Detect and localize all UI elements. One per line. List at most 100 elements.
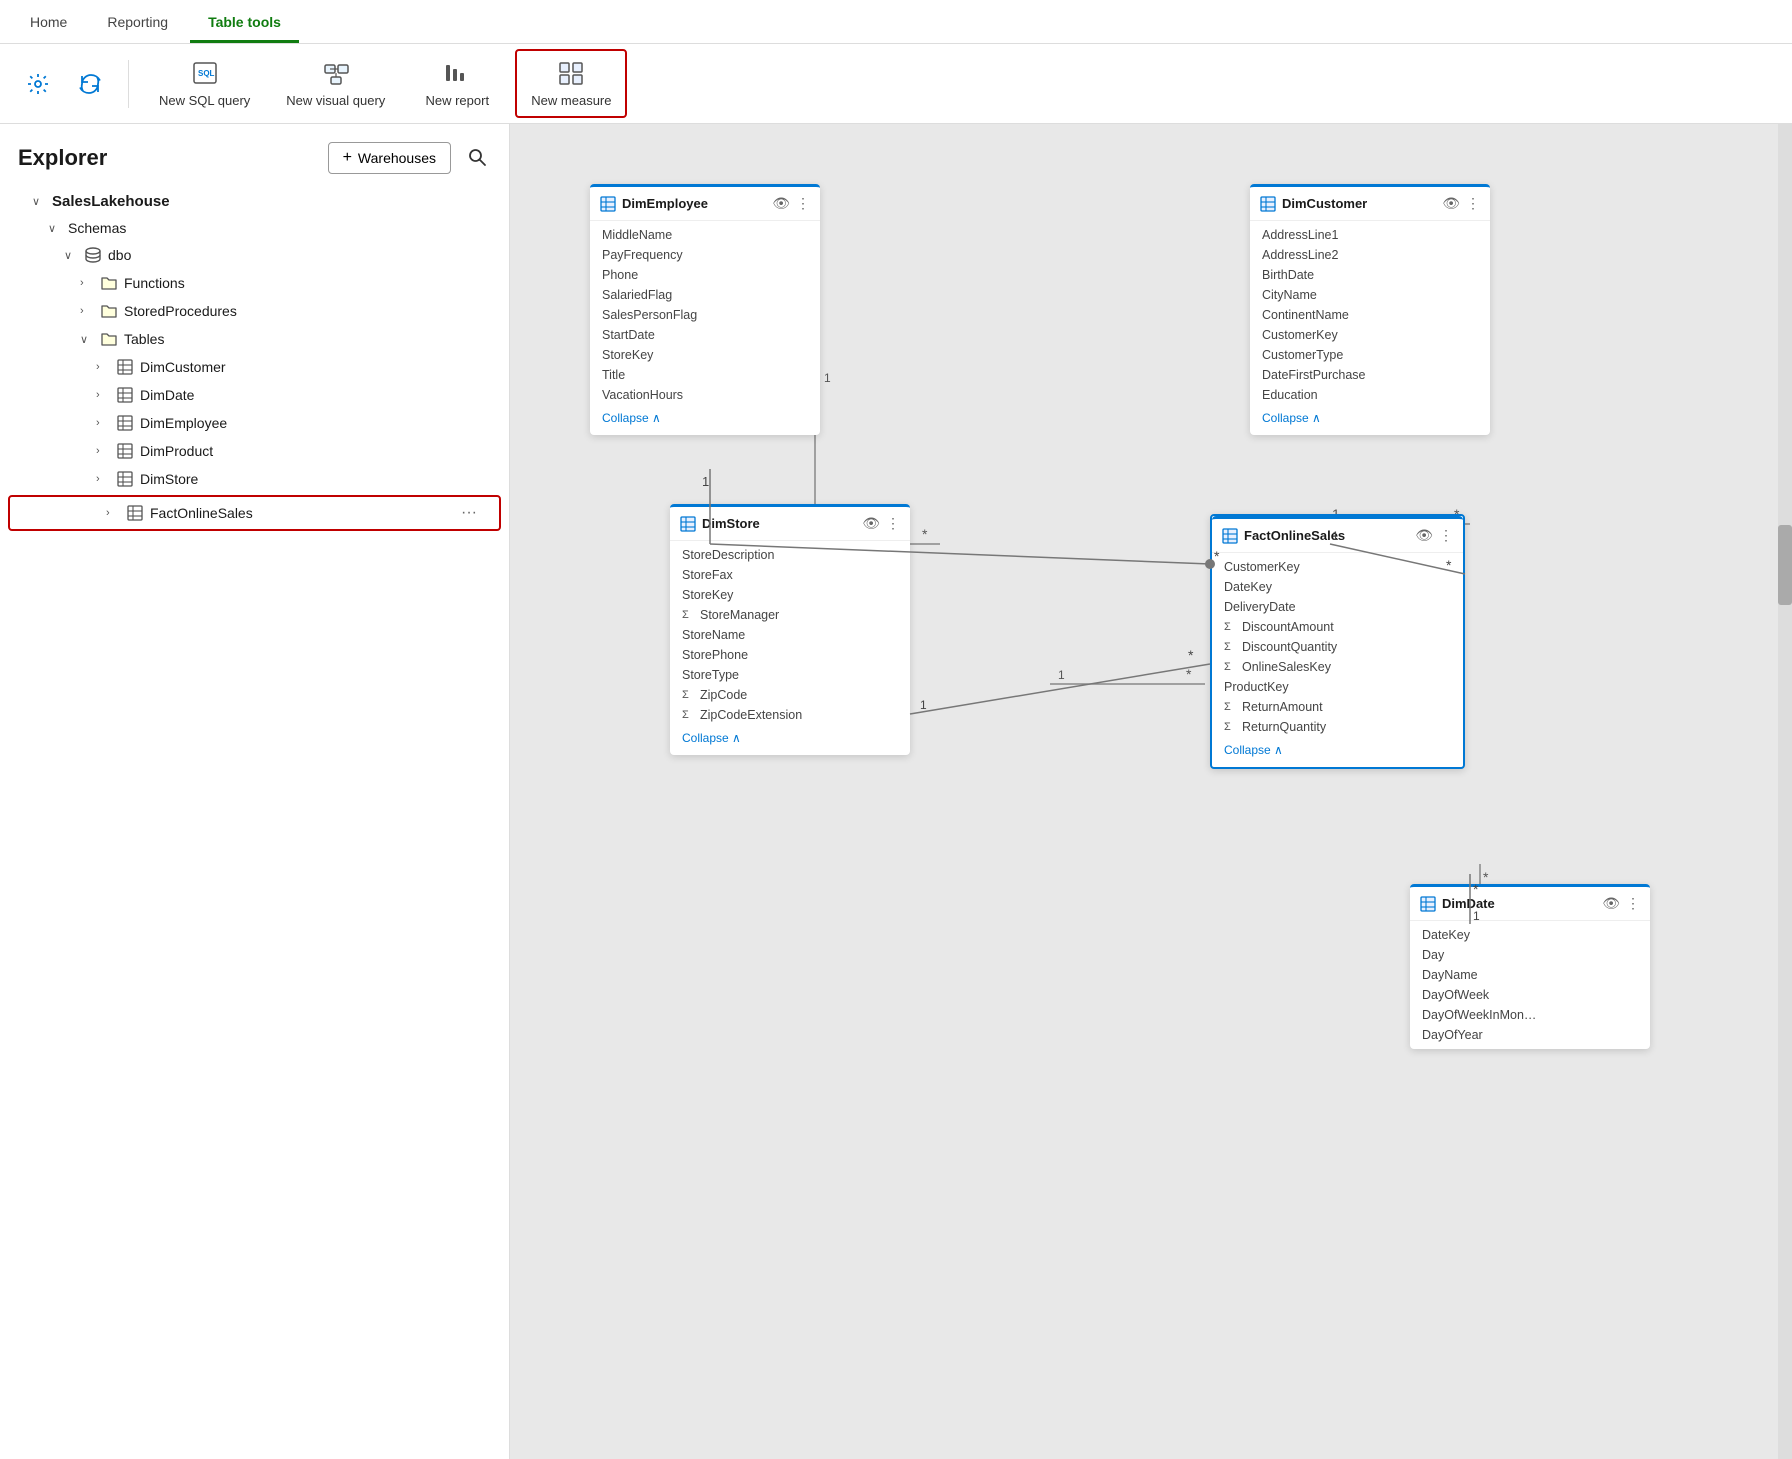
field-productkey: ProductKey [1212, 677, 1463, 697]
collapse-dimcustomer[interactable]: Collapse ∧ [1250, 405, 1490, 431]
eye-icon[interactable]: 👁 [862, 515, 880, 532]
field-storefax: StoreFax [670, 565, 910, 585]
field-discountamount: ΣDiscountAmount [1212, 617, 1463, 637]
new-visual-query-button[interactable]: New visual query [272, 51, 399, 116]
ellipsis-icon[interactable]: ⋮ [1626, 895, 1640, 912]
tab-reporting[interactable]: Reporting [89, 4, 186, 43]
svg-text:1: 1 [824, 371, 831, 385]
tree-item-dimstore[interactable]: › DimStore [0, 465, 509, 493]
eye-icon[interactable]: 👁 [1602, 895, 1620, 912]
new-sql-query-button[interactable]: SQL New SQL query [145, 51, 264, 116]
scrollbar-thumb[interactable] [1778, 525, 1792, 605]
refresh-button[interactable] [68, 66, 112, 102]
field-customerkey: CustomerKey [1212, 557, 1463, 577]
card-factonlinesales[interactable]: FactOnlineSales 👁 ⋮ CustomerKey DateKey … [1210, 514, 1465, 769]
chevron-down-icon: ∨ [32, 195, 46, 208]
card-dimemployee-actions: 👁 ⋮ [772, 195, 810, 212]
field-education: Education [1250, 385, 1490, 405]
chevron-down-icon: ∨ [64, 249, 78, 262]
field-customertype: CustomerType [1250, 345, 1490, 365]
collapse-factonlinesales[interactable]: Collapse ∧ [1212, 737, 1463, 763]
tree-item-tables[interactable]: ∨ Tables [0, 325, 509, 353]
settings-button[interactable] [16, 66, 60, 102]
tree-item-dbo[interactable]: ∨ dbo [0, 241, 509, 269]
chevron-right-icon: › [96, 361, 110, 373]
card-dimdate[interactable]: DimDate 👁 ⋮ DateKey Day DayName DayOfWee… [1410, 884, 1650, 1049]
card-dimemployee-header: DimEmployee 👁 ⋮ [590, 184, 820, 221]
field-cityname: CityName [1250, 285, 1490, 305]
chevron-right-icon: › [96, 473, 110, 485]
chevron-right-icon: › [96, 389, 110, 401]
field-storemanager: ΣStoreManager [670, 605, 910, 625]
dimemployee-label: DimEmployee [140, 415, 227, 431]
card-dimstore-title: DimStore [680, 516, 760, 532]
schema-icon [84, 246, 102, 264]
tree-item-factonlinesales[interactable]: › FactOnlineSales ··· [8, 495, 501, 531]
main-layout: Explorer + Warehouses ∨ SalesLakehou [0, 124, 1792, 1459]
card-dimdate-title: DimDate [1420, 896, 1495, 912]
svg-text:1: 1 [920, 698, 927, 712]
table-card-icon [1260, 196, 1276, 212]
card-factonlinesales-body: CustomerKey DateKey DeliveryDate ΣDiscou… [1212, 553, 1463, 767]
search-button[interactable] [463, 143, 491, 174]
card-dimstore[interactable]: DimStore 👁 ⋮ StoreDescription StoreFax S… [670, 504, 910, 755]
factonlinesales-label: FactOnlineSales [150, 505, 253, 521]
field-title: Title [590, 365, 820, 385]
table-card-icon [680, 516, 696, 532]
new-report-button[interactable]: New report [407, 51, 507, 116]
nav-tabs: Home Reporting Table tools [0, 0, 1792, 44]
dimproduct-label: DimProduct [140, 443, 213, 459]
vertical-scrollbar[interactable] [1778, 124, 1792, 1459]
eye-icon[interactable]: 👁 [1442, 195, 1460, 212]
field-addressline1: AddressLine1 [1250, 225, 1490, 245]
card-dimdate-header: DimDate 👁 ⋮ [1410, 884, 1650, 921]
field-storetype: StoreType [670, 665, 910, 685]
tree-item-functions[interactable]: › Functions [0, 269, 509, 297]
field-deliverydate: DeliveryDate [1212, 597, 1463, 617]
storedprocedures-label: StoredProcedures [124, 303, 237, 319]
field-onlinesaleskey: ΣOnlineSalesKey [1212, 657, 1463, 677]
card-dimemployee-body: MiddleName PayFrequency Phone SalariedFl… [590, 221, 820, 435]
card-dimcustomer[interactable]: DimCustomer 👁 ⋮ AddressLine1 AddressLine… [1250, 184, 1490, 435]
warehouses-button[interactable]: + Warehouses [328, 142, 451, 174]
folder-icon [100, 274, 118, 292]
tab-table-tools[interactable]: Table tools [190, 4, 299, 43]
ellipsis-icon[interactable]: ⋮ [886, 515, 900, 532]
tree-item-dimemployee[interactable]: › DimEmployee [0, 409, 509, 437]
more-options-icon[interactable]: ··· [455, 502, 483, 524]
card-dimemployee[interactable]: DimEmployee 👁 ⋮ MiddleName PayFrequency … [590, 184, 820, 435]
eye-icon[interactable]: 👁 [1415, 527, 1433, 544]
chevron-right-icon: › [106, 507, 120, 519]
ellipsis-icon[interactable]: ⋮ [1439, 527, 1453, 544]
field-salariedflag: SalariedFlag [590, 285, 820, 305]
folder-icon [100, 302, 118, 320]
ellipsis-icon[interactable]: ⋮ [1466, 195, 1480, 212]
collapse-dimemployee[interactable]: Collapse ∧ [590, 405, 820, 431]
collapse-dimstore[interactable]: Collapse ∧ [670, 725, 910, 751]
field-returnquantity: ΣReturnQuantity [1212, 717, 1463, 737]
card-dimstore-actions: 👁 ⋮ [862, 515, 900, 532]
tree-item-dimcustomer[interactable]: › DimCustomer [0, 353, 509, 381]
chevron-right-icon: › [80, 305, 94, 317]
tree-item-saleslakehouse[interactable]: ∨ SalesLakehouse [0, 188, 509, 215]
card-dimcustomer-actions: 👁 ⋮ [1442, 195, 1480, 212]
tab-home[interactable]: Home [12, 4, 85, 43]
field-payfrequency: PayFrequency [590, 245, 820, 265]
tree-item-storedprocedures[interactable]: › StoredProcedures [0, 297, 509, 325]
card-factonlinesales-actions: 👁 ⋮ [1415, 527, 1453, 544]
ellipsis-icon[interactable]: ⋮ [796, 195, 810, 212]
canvas-area[interactable]: 1 * 1 * 1 * * 1 [510, 124, 1792, 1459]
new-report-label: New report [425, 93, 489, 108]
functions-label: Functions [124, 275, 185, 291]
eye-icon[interactable]: 👁 [772, 195, 790, 212]
field-dayofweek: DayOfWeek [1410, 985, 1650, 1005]
card-dimcustomer-header: DimCustomer 👁 ⋮ [1250, 184, 1490, 221]
card-dimcustomer-title: DimCustomer [1260, 196, 1367, 212]
tree-item-schemas[interactable]: ∨ Schemas [0, 215, 509, 241]
chevron-right-icon: › [80, 277, 94, 289]
tree-item-dimdate[interactable]: › DimDate [0, 381, 509, 409]
table-card-icon [1222, 528, 1238, 544]
new-measure-button[interactable]: New measure [515, 49, 627, 118]
dimstore-label: DimStore [140, 471, 198, 487]
tree-item-dimproduct[interactable]: › DimProduct [0, 437, 509, 465]
